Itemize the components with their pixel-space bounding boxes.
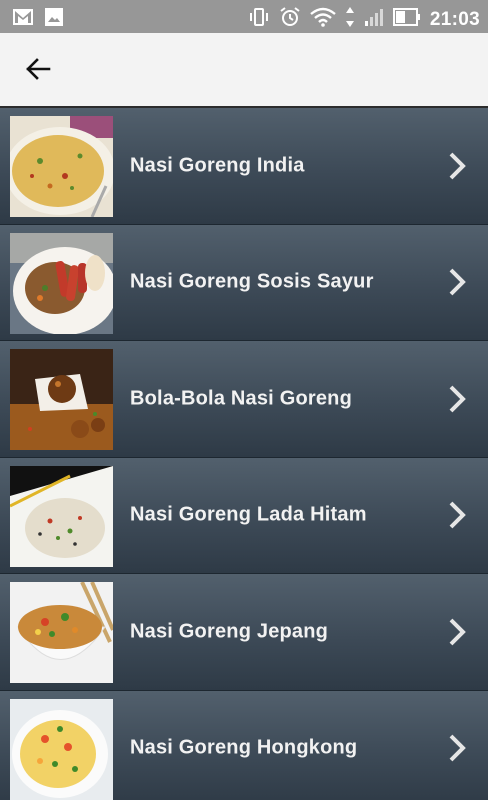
wifi-icon	[310, 7, 336, 32]
data-arrows-icon	[345, 6, 355, 33]
recipe-list: Nasi Goreng India Nasi Goreng Sosis Sayu…	[0, 108, 488, 800]
list-item[interactable]: Nasi Goreng Jepang	[0, 574, 488, 691]
chevron-right-icon	[446, 733, 468, 763]
list-item[interactable]: Nasi Goreng Lada Hitam	[0, 457, 488, 574]
list-item[interactable]: Nasi Goreng Sosis Sayur	[0, 224, 488, 341]
app-bar	[0, 33, 488, 108]
nasi-goreng-hongkong-photo	[10, 698, 113, 800]
list-item[interactable]: Nasi Goreng Hongkong	[0, 690, 488, 800]
recipe-title: Nasi Goreng Jepang	[130, 620, 329, 643]
notification-icons	[12, 7, 64, 32]
chevron-right-icon	[446, 500, 468, 530]
nasi-goreng-jepang-photo	[10, 582, 113, 683]
status-bar: 21:03	[0, 0, 488, 33]
clock-time: 21:03	[429, 8, 480, 30]
chevron-right-icon	[446, 384, 468, 414]
back-button[interactable]	[14, 51, 62, 91]
recipe-title: Nasi Goreng Hongkong	[130, 736, 358, 759]
chevron-right-icon	[446, 267, 468, 297]
signal-icon	[364, 7, 384, 32]
list-item[interactable]: Nasi Goreng India	[0, 108, 488, 225]
gmail-icon	[12, 7, 34, 32]
chevron-right-icon	[446, 151, 468, 181]
battery-icon	[392, 8, 421, 31]
image-icon	[44, 7, 64, 32]
vibrate-icon	[248, 7, 270, 32]
recipe-title: Bola-Bola Nasi Goreng	[130, 387, 353, 410]
alarm-icon	[279, 6, 301, 33]
recipe-title: Nasi Goreng India	[130, 154, 305, 177]
arrow-left-icon	[25, 57, 51, 85]
recipe-title: Nasi Goreng Sosis Sayur	[130, 270, 374, 293]
list-item[interactable]: Bola-Bola Nasi Goreng	[0, 341, 488, 458]
bola-bola-nasi-goreng-photo	[10, 349, 113, 450]
system-icons: 21:03	[248, 6, 480, 33]
nasi-goreng-india-photo	[10, 116, 113, 217]
recipe-title: Nasi Goreng Lada Hitam	[130, 503, 367, 526]
nasi-goreng-lada-hitam-photo	[10, 465, 113, 567]
chevron-right-icon	[446, 617, 468, 647]
nasi-goreng-sosis-sayur-photo	[10, 232, 113, 334]
